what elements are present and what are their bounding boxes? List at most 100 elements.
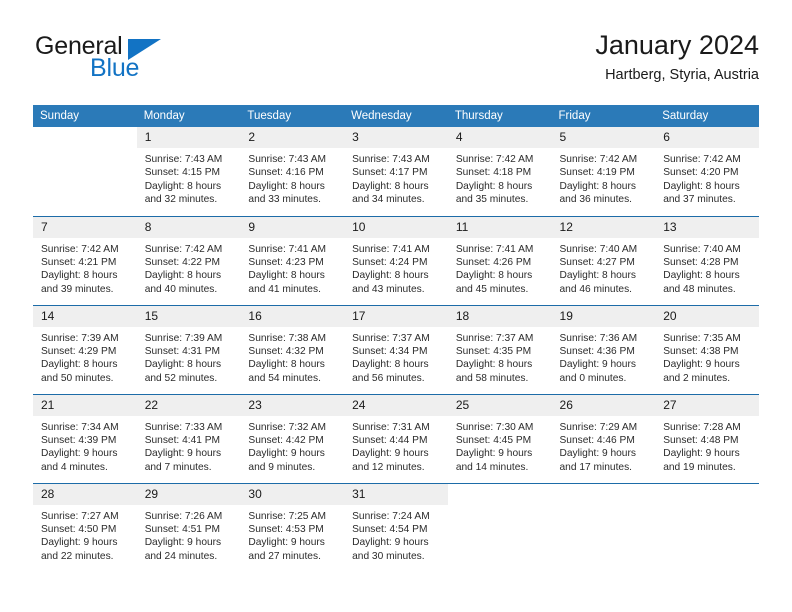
calendar-day-cell[interactable]: 10 Sunrise: 7:41 AM Sunset: 4:24 PM Dayligh…	[344, 215, 448, 305]
calendar-day-cell[interactable]: 18 Sunrise: 7:37 AM Sunset: 4:35 PM Dayligh…	[447, 304, 552, 394]
daylight-text-line2: and 56 minutes.	[352, 372, 425, 384]
calendar-week-row: 1 Sunrise: 7:43 AM Sunset: 4:15 PM Daylight…	[33, 127, 759, 216]
calendar-day-cell[interactable]: 30 Sunrise: 7:25 AM Sunset: 4:53 PM Dayligh…	[240, 482, 345, 572]
calendar-day-cell[interactable]: 21 Sunrise: 7:34 AM Sunset: 4:39 PM Dayligh…	[33, 393, 137, 483]
general-blue-logo[interactable]: General Blue	[33, 28, 243, 88]
day-number: 20	[655, 305, 759, 327]
day-cell-inner: 15 Sunrise: 7:39 AM Sunset: 4:31 PM Dayligh…	[136, 305, 241, 394]
calendar-day-cell[interactable]: 4 Sunrise: 7:42 AM Sunset: 4:18 PM Daylight…	[447, 127, 552, 216]
day-details: Sunrise: 7:28 AM Sunset: 4:48 PM Daylight:…	[655, 416, 759, 475]
weekday-header-wednesday: Wednesday	[344, 105, 448, 127]
sunset-text: Sunset: 4:26 PM	[455, 256, 532, 268]
daylight-text-line1: Daylight: 9 hours	[352, 448, 429, 460]
sunrise-text: Sunrise: 7:28 AM	[663, 421, 741, 433]
day-number	[552, 484, 656, 505]
day-number: 15	[136, 305, 241, 327]
daylight-text-line1: Daylight: 9 hours	[663, 359, 740, 371]
daylight-text-line2: and 52 minutes.	[144, 372, 218, 384]
daylight-text-line2: and 45 minutes.	[455, 283, 529, 295]
daylight-text-line2: and 39 minutes.	[41, 283, 114, 295]
sunset-text: Sunset: 4:17 PM	[352, 167, 428, 179]
calendar-day-cell[interactable]: 28 Sunrise: 7:27 AM Sunset: 4:50 PM Dayligh…	[33, 482, 137, 572]
daylight-text-line2: and 34 minutes.	[352, 194, 425, 206]
calendar-day-cell[interactable]: 13 Sunrise: 7:40 AM Sunset: 4:28 PM Dayligh…	[655, 215, 759, 305]
calendar-day-cell[interactable]: 22 Sunrise: 7:33 AM Sunset: 4:41 PM Dayligh…	[136, 393, 241, 483]
daylight-text-line2: and 32 minutes.	[144, 194, 218, 206]
daylight-text-line1: Daylight: 8 hours	[352, 180, 429, 192]
calendar-day-cell[interactable]: 15 Sunrise: 7:39 AM Sunset: 4:31 PM Dayligh…	[136, 304, 241, 394]
calendar-day-cell[interactable]: 24 Sunrise: 7:31 AM Sunset: 4:44 PM Dayligh…	[344, 393, 448, 483]
calendar-day-cell[interactable]: 5 Sunrise: 7:42 AM Sunset: 4:19 PM Daylight…	[551, 127, 656, 216]
sunrise-text: Sunrise: 7:41 AM	[352, 243, 430, 255]
sunset-text: Sunset: 4:39 PM	[41, 434, 117, 446]
calendar-day-cell[interactable]: 20 Sunrise: 7:35 AM Sunset: 4:38 PM Dayligh…	[655, 304, 759, 394]
calendar-day-cell[interactable]: 6 Sunrise: 7:42 AM Sunset: 4:20 PM Daylight…	[655, 127, 759, 216]
calendar-day-cell[interactable]: 7 Sunrise: 7:42 AM Sunset: 4:21 PM Daylight…	[33, 215, 137, 305]
sunrise-text: Sunrise: 7:39 AM	[41, 332, 119, 344]
day-details: Sunrise: 7:27 AM Sunset: 4:50 PM Daylight:…	[33, 505, 137, 564]
day-details: Sunrise: 7:32 AM Sunset: 4:42 PM Daylight:…	[240, 416, 344, 475]
calendar-day-cell[interactable]: 3 Sunrise: 7:43 AM Sunset: 4:17 PM Daylight…	[344, 127, 448, 216]
day-number: 10	[344, 216, 448, 238]
day-details: Sunrise: 7:29 AM Sunset: 4:46 PM Daylight:…	[552, 416, 656, 475]
calendar-day-cell[interactable]: 19 Sunrise: 7:36 AM Sunset: 4:36 PM Dayligh…	[551, 304, 656, 394]
day-cell-inner	[448, 484, 552, 573]
calendar-day-cell[interactable]: 25 Sunrise: 7:30 AM Sunset: 4:45 PM Dayligh…	[447, 393, 552, 483]
day-cell-inner: 20 Sunrise: 7:35 AM Sunset: 4:38 PM Dayligh…	[655, 305, 759, 394]
sunrise-text: Sunrise: 7:29 AM	[559, 421, 638, 433]
calendar-day-cell[interactable]: 29 Sunrise: 7:26 AM Sunset: 4:51 PM Dayligh…	[136, 482, 241, 572]
day-number: 1	[136, 127, 241, 148]
day-cell-inner: 25 Sunrise: 7:30 AM Sunset: 4:45 PM Dayligh…	[447, 394, 552, 483]
calendar-day-cell[interactable]: 12 Sunrise: 7:40 AM Sunset: 4:27 PM Dayligh…	[551, 215, 656, 305]
daylight-text-line1: Daylight: 9 hours	[455, 448, 533, 460]
day-details: Sunrise: 7:43 AM Sunset: 4:16 PM Daylight:…	[240, 148, 344, 207]
day-details: Sunrise: 7:42 AM Sunset: 4:20 PM Daylight:…	[655, 148, 759, 207]
daylight-text-line1: Daylight: 8 hours	[144, 180, 222, 192]
day-cell-inner: 1 Sunrise: 7:43 AM Sunset: 4:15 PM Daylight…	[136, 127, 241, 216]
day-number: 17	[344, 305, 448, 327]
sunset-text: Sunset: 4:41 PM	[144, 434, 221, 446]
sunset-text: Sunset: 4:29 PM	[41, 345, 117, 357]
sunrise-text: Sunrise: 7:40 AM	[663, 243, 741, 255]
sunrise-text: Sunrise: 7:25 AM	[248, 510, 326, 522]
day-details: Sunrise: 7:25 AM Sunset: 4:53 PM Daylight:…	[240, 505, 344, 564]
calendar-day-cell[interactable]: 27 Sunrise: 7:28 AM Sunset: 4:48 PM Dayligh…	[655, 393, 759, 483]
weekday-header-saturday: Saturday	[655, 105, 759, 127]
logo-text-blue: Blue	[90, 54, 140, 82]
sunset-text: Sunset: 4:21 PM	[41, 256, 117, 268]
day-details: Sunrise: 7:39 AM Sunset: 4:29 PM Daylight:…	[33, 327, 137, 386]
day-details: Sunrise: 7:43 AM Sunset: 4:15 PM Daylight:…	[137, 148, 241, 207]
day-number: 31	[344, 483, 448, 505]
sunrise-text: Sunrise: 7:30 AM	[455, 421, 534, 433]
calendar-day-cell[interactable]: 2 Sunrise: 7:43 AM Sunset: 4:16 PM Daylight…	[240, 127, 345, 216]
calendar-day-cell[interactable]: 1 Sunrise: 7:43 AM Sunset: 4:15 PM Daylight…	[136, 127, 241, 216]
sunrise-text: Sunrise: 7:32 AM	[248, 421, 326, 433]
calendar-day-cell[interactable]: 26 Sunrise: 7:29 AM Sunset: 4:46 PM Dayligh…	[551, 393, 656, 483]
calendar-day-cell[interactable]: 8 Sunrise: 7:42 AM Sunset: 4:22 PM Daylight…	[136, 215, 241, 305]
sunrise-text: Sunrise: 7:39 AM	[144, 332, 223, 344]
sunset-text: Sunset: 4:22 PM	[144, 256, 221, 268]
sunset-text: Sunset: 4:48 PM	[663, 434, 739, 446]
calendar-day-cell[interactable]: 9 Sunrise: 7:41 AM Sunset: 4:23 PM Daylight…	[240, 215, 345, 305]
daylight-text-line1: Daylight: 8 hours	[663, 180, 740, 192]
daylight-text-line2: and 9 minutes.	[248, 461, 316, 473]
calendar-day-cell[interactable]: 14 Sunrise: 7:39 AM Sunset: 4:29 PM Dayligh…	[33, 304, 137, 394]
calendar-day-cell[interactable]: 17 Sunrise: 7:37 AM Sunset: 4:34 PM Dayligh…	[344, 304, 448, 394]
weekday-header-monday: Monday	[136, 105, 241, 127]
sunset-text: Sunset: 4:31 PM	[144, 345, 221, 357]
sunset-text: Sunset: 4:51 PM	[144, 523, 221, 535]
sunrise-text: Sunrise: 7:42 AM	[559, 154, 638, 165]
day-cell-inner: 21 Sunrise: 7:34 AM Sunset: 4:39 PM Dayligh…	[33, 394, 137, 483]
calendar-day-cell-empty	[33, 127, 137, 216]
day-number: 2	[240, 127, 345, 148]
calendar-day-cell[interactable]: 11 Sunrise: 7:41 AM Sunset: 4:26 PM Dayligh…	[447, 215, 552, 305]
calendar-week-row: 14 Sunrise: 7:39 AM Sunset: 4:29 PM Dayligh…	[33, 304, 759, 394]
calendar-day-cell[interactable]: 23 Sunrise: 7:32 AM Sunset: 4:42 PM Dayligh…	[240, 393, 345, 483]
calendar-day-cell-empty	[447, 482, 552, 573]
day-cell-inner: 18 Sunrise: 7:37 AM Sunset: 4:35 PM Dayligh…	[447, 305, 552, 394]
sunrise-text: Sunrise: 7:42 AM	[455, 154, 534, 165]
calendar-week-row: 7 Sunrise: 7:42 AM Sunset: 4:21 PM Daylight…	[33, 215, 759, 305]
sunrise-text: Sunrise: 7:41 AM	[248, 243, 326, 255]
calendar-day-cell[interactable]: 31 Sunrise: 7:24 AM Sunset: 4:54 PM Dayligh…	[344, 482, 448, 572]
calendar-day-cell[interactable]: 16 Sunrise: 7:38 AM Sunset: 4:32 PM Dayligh…	[240, 304, 345, 394]
